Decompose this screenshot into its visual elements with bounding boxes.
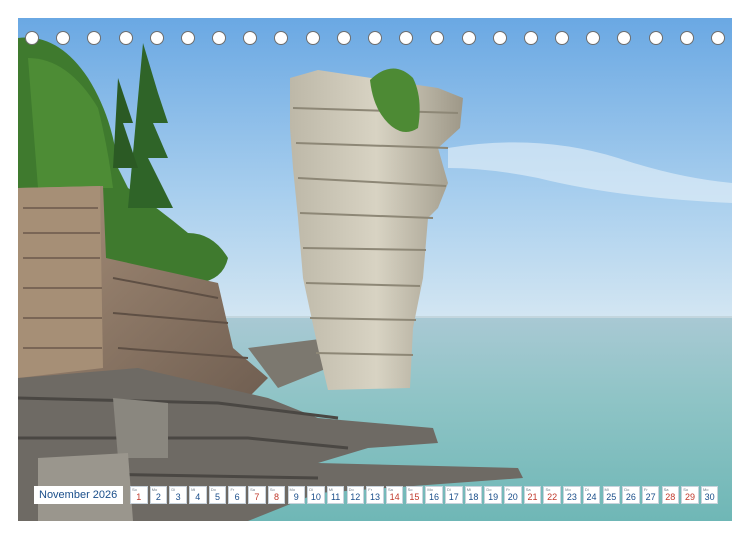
day-cell: Fr 20	[504, 486, 522, 504]
binding-hole-icon	[679, 31, 694, 45]
day-cell: Mo 9	[287, 486, 305, 504]
day-number: 15	[409, 492, 420, 502]
day-number: 13	[369, 492, 380, 502]
binding-hole-icon	[586, 31, 601, 45]
day-number: 1	[136, 492, 142, 502]
binding-hole-icon	[274, 31, 289, 45]
day-number: 17	[448, 492, 459, 502]
day-number: 22	[547, 492, 558, 502]
day-number: 14	[389, 492, 400, 502]
day-cell: Mo 16	[425, 486, 443, 504]
day-number: 3	[175, 492, 181, 502]
day-cell: Do 19	[484, 486, 502, 504]
binding-hole-icon	[430, 31, 445, 45]
calendar-page	[18, 18, 732, 521]
binding-hole-icon	[555, 31, 570, 45]
binding-hole-icon	[368, 31, 382, 45]
day-cell: Sa 28	[661, 486, 680, 504]
day-cell: Fr 6	[228, 486, 246, 504]
day-cell: Di 24	[582, 486, 601, 504]
binding-hole-icon	[180, 31, 195, 45]
day-number: 27	[645, 492, 656, 502]
day-number: 25	[606, 492, 617, 502]
calendar-strip: November 2026 So 1 Mo 2 Di 3 Mi 4 Do 5 Fr 6 Sa 7 So 8 Mo…	[34, 486, 721, 504]
day-number: 9	[293, 492, 299, 502]
binding-hole-icon	[399, 31, 414, 45]
binding-hole-icon	[212, 31, 227, 45]
day-cell: Di 17	[445, 486, 463, 504]
day-cell: Do 5	[208, 486, 227, 504]
day-cell: Sa 21	[523, 486, 542, 504]
binding-hole-icon	[149, 31, 164, 45]
day-cell: Mo 30	[700, 486, 719, 504]
binding-hole-icon	[56, 31, 71, 45]
day-number: 19	[488, 492, 499, 502]
day-cell: Fr 13	[366, 486, 384, 504]
day-cell: Mo 2	[149, 486, 168, 504]
day-cell: Sa 7	[248, 486, 266, 504]
day-number: 26	[625, 492, 636, 502]
day-cell: Di 10	[307, 486, 325, 504]
binding-holes	[18, 31, 732, 49]
day-number: 8	[274, 492, 280, 502]
day-cell: So 1	[130, 486, 148, 504]
day-cell: So 29	[681, 486, 699, 504]
landscape-photo	[18, 18, 732, 521]
day-number: 10	[310, 492, 321, 502]
day-cell: Mi 25	[602, 486, 620, 504]
day-number: 6	[234, 492, 240, 502]
day-number: 7	[254, 492, 260, 502]
binding-hole-icon	[648, 31, 663, 45]
day-number: 4	[195, 492, 201, 502]
day-cells: So 1 Mo 2 Di 3 Mi 4 Do 5 Fr 6 Sa 7 So 8 Mo 9 Di 10 Mi 11 Do 12 F…	[130, 486, 721, 504]
day-cell: Mi 18	[464, 486, 483, 504]
day-cell: Sa 14	[385, 486, 404, 504]
day-cell: So 22	[543, 486, 561, 504]
day-cell: Di 3	[169, 486, 187, 504]
binding-hole-icon	[25, 31, 39, 45]
day-number: 5	[214, 492, 220, 502]
day-cell: So 15	[405, 486, 424, 504]
day-number: 2	[155, 492, 161, 502]
day-number: 16	[429, 492, 440, 502]
day-number: 21	[527, 492, 538, 502]
day-cell: Mi 11	[326, 486, 345, 504]
day-number: 28	[665, 492, 676, 502]
day-number: 20	[507, 492, 518, 502]
binding-hole-icon	[617, 31, 632, 45]
day-number: 24	[586, 492, 597, 502]
binding-hole-icon	[243, 31, 258, 45]
binding-hole-icon	[711, 31, 725, 45]
day-cell: Mo 23	[563, 486, 581, 504]
day-number: 11	[330, 492, 341, 502]
binding-hole-icon	[492, 31, 507, 45]
day-cell: Mi 4	[189, 486, 207, 504]
binding-hole-icon	[336, 31, 351, 45]
day-number: 29	[684, 492, 695, 502]
binding-hole-icon	[118, 31, 133, 45]
day-number: 23	[566, 492, 577, 502]
binding-hole-icon	[461, 31, 476, 45]
day-cell: Do 12	[346, 486, 365, 504]
day-cell: Do 26	[622, 486, 640, 504]
day-cell: So 8	[267, 486, 286, 504]
day-cell: Fr 27	[641, 486, 660, 504]
day-number: 18	[468, 492, 479, 502]
day-number: 12	[350, 492, 361, 502]
binding-hole-icon	[87, 31, 102, 45]
binding-hole-icon	[305, 31, 320, 45]
binding-hole-icon	[523, 31, 538, 45]
month-label: November 2026	[34, 486, 123, 504]
day-number: 30	[704, 492, 715, 502]
